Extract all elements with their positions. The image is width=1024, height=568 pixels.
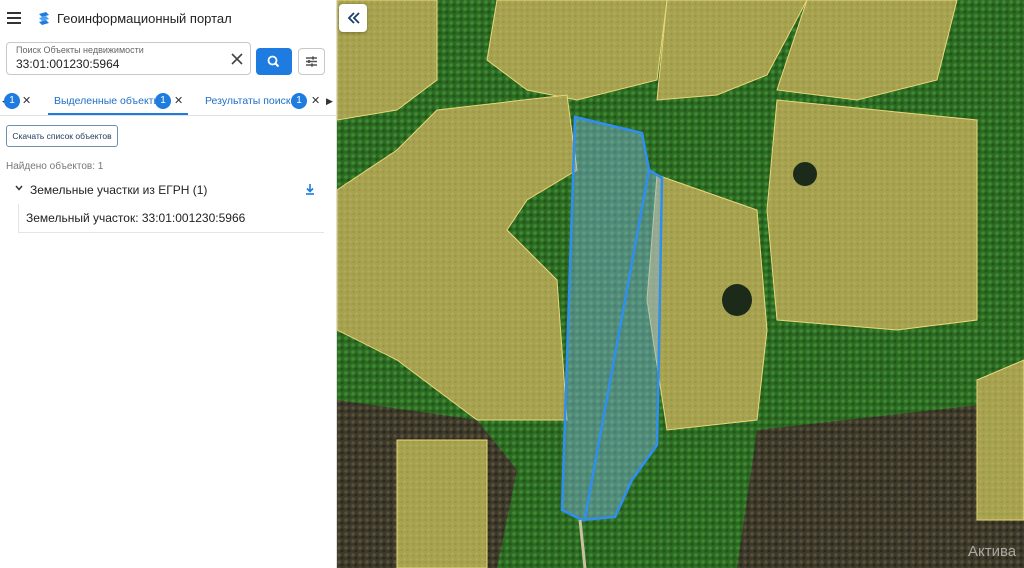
field-parcel: [766, 99, 978, 331]
field-parcel: [396, 439, 488, 568]
search-icon: [267, 55, 280, 68]
close-icon[interactable]: [230, 52, 244, 66]
filter-button[interactable]: [298, 48, 325, 75]
double-chevron-left-icon: [347, 12, 360, 24]
tune-sliders-icon: [306, 56, 317, 67]
search-input[interactable]: [16, 56, 221, 72]
download-list-button[interactable]: Скачать список объектов: [6, 125, 118, 147]
close-icon[interactable]: ✕: [22, 94, 31, 107]
tab-search-results[interactable]: Результаты поиска: [205, 95, 297, 107]
tab-search-results-badge: 1: [291, 93, 307, 109]
collapse-panel-button[interactable]: [339, 4, 367, 32]
field-parcel: [976, 359, 1024, 521]
left-panel: Геоинформационный портал Поиск Объекты н…: [0, 0, 337, 568]
top-bar: Геоинформационный портал: [0, 0, 337, 38]
results-group-title: Земельные участки из ЕГРН (1): [30, 183, 208, 197]
tab-selected-objects-badge: 1: [155, 93, 171, 109]
search-button[interactable]: [256, 48, 292, 75]
map-view[interactable]: Актива: [337, 0, 1024, 568]
search-field[interactable]: Поиск Объекты недвижимости: [6, 42, 251, 75]
results-group-header[interactable]: Земельные участки из ЕГРН (1): [12, 182, 322, 200]
close-icon[interactable]: ✕: [174, 94, 183, 107]
download-icon[interactable]: [304, 183, 316, 197]
list-item-label: Земельный участок: 33:01:001230:5966: [26, 211, 246, 225]
hamburger-menu-icon[interactable]: [7, 12, 21, 24]
tab-badge-partial: 1: [4, 93, 20, 109]
portal-logo-icon: [39, 12, 49, 25]
pond: [793, 162, 817, 186]
found-count: Найдено объектов: 1: [6, 161, 104, 172]
active-tab-indicator: [48, 113, 188, 115]
close-icon[interactable]: ✕: [311, 94, 320, 107]
tab-scroll-right-icon[interactable]: ▶: [326, 96, 333, 107]
search-label: Поиск Объекты недвижимости: [16, 45, 144, 55]
chevron-down-icon[interactable]: [15, 184, 23, 192]
list-item[interactable]: Земельный участок: 33:01:001230:5966: [18, 204, 324, 233]
tab-bar: ◀ 1 ✕ Выделенные объекты 1 ✕ Результаты …: [0, 88, 337, 116]
watermark-text: Актива: [968, 543, 1017, 560]
satellite-map[interactable]: [337, 0, 1024, 568]
app-title: Геоинформационный портал: [57, 11, 232, 26]
tab-selected-objects[interactable]: Выделенные объекты: [54, 95, 161, 107]
pond: [722, 284, 752, 316]
